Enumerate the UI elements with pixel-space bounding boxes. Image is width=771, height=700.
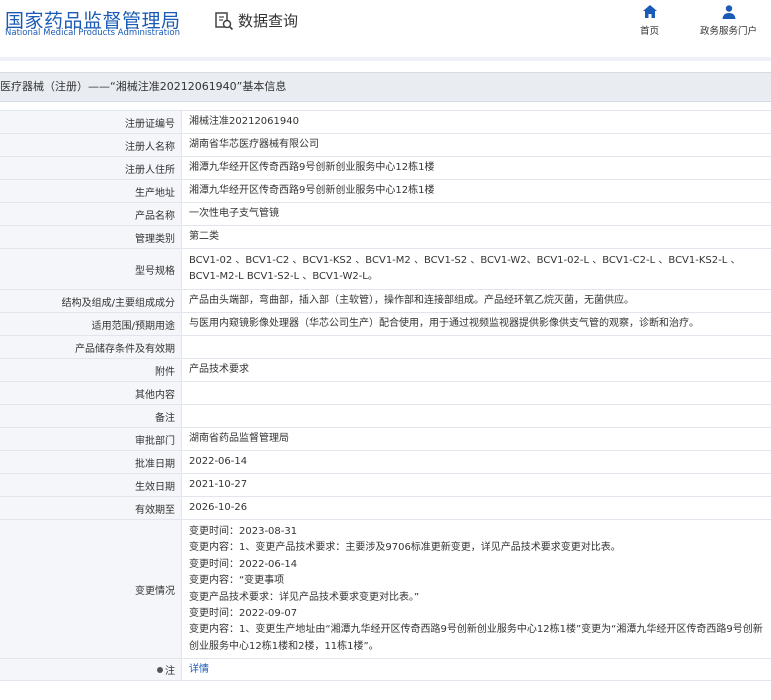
document-search-icon (215, 11, 234, 30)
field-label: 结构及组成/主要组成成分 (0, 290, 182, 312)
table-row: 附件 产品技术要求 (0, 359, 771, 382)
field-label: 附件 (0, 359, 182, 381)
change-line: 变更时间：2022-06-14 (189, 558, 298, 570)
field-value: 产品由头端部，弯曲部，插入部（主软管），操作部和连接部组成。产品经环氧乙烷灭菌，… (189, 295, 634, 306)
site-logo-en: National Medical Products Administration (5, 28, 180, 38)
table-row: 生效日期 2021-10-27 (0, 474, 771, 497)
field-label: 管理类别 (0, 226, 182, 248)
field-label: 产品名称 (0, 203, 182, 225)
field-value: 湖南省华芯医疗器械有限公司 (189, 139, 319, 150)
home-icon (642, 5, 657, 18)
change-line: 变更时间：2023-08-31 (189, 526, 298, 537)
header-divider (0, 57, 771, 61)
field-label: 注册证编号 (0, 111, 182, 133)
table-row: 审批部门 湖南省药品监督管理局 (0, 428, 771, 451)
nav-service-portal[interactable]: 政务服务门户 (700, 4, 757, 37)
table-row: 批准日期 2022-06-14 (0, 451, 771, 474)
field-label: 生效日期 (0, 474, 182, 496)
field-value: 与医用内窥镜影像处理器（华芯公司生产）配合使用，用于通过视频监视器提供影像供支气… (189, 318, 699, 329)
table-row: 型号规格 BCV1-02 、BCV1-C2 、BCV1-KS2 、BCV1-M2… (0, 249, 771, 290)
field-value: 湖南省药品监督管理局 (189, 433, 289, 444)
note-value: 详情 (182, 659, 771, 680)
section-title: 医疗器械（注册）——“湘械注准20212061940”基本信息 (0, 72, 771, 102)
field-label: 适用范围/预期用途 (0, 313, 182, 335)
field-value: 2022-06-14 (189, 456, 248, 467)
table-row: 产品储存条件及有效期 (0, 336, 771, 359)
table-row: 注册证编号 湘械注准20212061940 (0, 111, 771, 134)
info-table: 注册证编号 湘械注准20212061940 注册人名称 湖南省华芯医疗器械有限公… (0, 110, 771, 681)
data-query-label: 数据查询 (238, 12, 299, 30)
field-value: 湘械注准20212061940 (189, 116, 299, 127)
data-query-title: 数据查询 (214, 10, 298, 31)
field-label: 有效期至 (0, 497, 182, 519)
note-row: 注 详情 (0, 659, 771, 681)
field-value: BCV1-02 、BCV1-C2 、BCV1-KS2 、BCV1-M2 、BCV… (189, 255, 741, 282)
field-label: 生产地址 (0, 180, 182, 202)
field-label: 型号规格 (0, 249, 182, 289)
note-label: 注 (165, 666, 175, 677)
field-value: 2026-10-26 (189, 502, 248, 513)
field-label: 其他内容 (0, 382, 182, 404)
table-row: 其他内容 (0, 382, 771, 405)
field-value: 产品技术要求 (189, 364, 249, 375)
nav-home[interactable]: 首页 (640, 4, 659, 37)
field-value: 2021-10-27 (189, 479, 248, 490)
field-label: 审批部门 (0, 428, 182, 450)
user-icon (722, 5, 735, 19)
field-label: 注册人住所 (0, 157, 182, 179)
field-label: 批准日期 (0, 451, 182, 473)
field-value: 一次性电子支气管镜 (189, 208, 279, 219)
change-line: 变更产品技术要求：详见产品技术要求变更对比表。” (189, 591, 420, 603)
field-value (182, 405, 771, 427)
details-link[interactable]: 详情 (189, 662, 209, 678)
table-row: 结构及组成/主要组成成分 产品由头端部，弯曲部，插入部（主软管），操作部和连接部… (0, 290, 771, 313)
table-row: 备注 (0, 405, 771, 428)
change-line: 变更内容：1、变更产品技术要求：主要涉及9706标准更新变更，详见产品技术要求变… (189, 542, 621, 554)
field-value: 湘潭九华经开区传奇西路9号创新创业服务中心12栋1楼 (189, 162, 435, 173)
field-value: 第二类 (189, 231, 219, 242)
table-row: 注册人住所 湘潭九华经开区传奇西路9号创新创业服务中心12栋1楼 (0, 157, 771, 180)
table-row: 有效期至 2026-10-26 (0, 497, 771, 520)
table-row: 生产地址 湘潭九华经开区传奇西路9号创新创业服务中心12栋1楼 (0, 180, 771, 203)
table-row: 产品名称 一次性电子支气管镜 (0, 203, 771, 226)
nav-service-portal-label: 政务服务门户 (700, 26, 758, 37)
field-label: 备注 (0, 405, 182, 427)
change-line: 变更内容：1、变更生产地址由“湘潭九华经开区传奇西路9号创新创业服务中心12栋1… (189, 624, 763, 652)
change-history-value: 变更时间：2023-08-31 变更内容：1、变更产品技术要求：主要涉及9706… (182, 520, 771, 658)
table-row: 适用范围/预期用途 与医用内窥镜影像处理器（华芯公司生产）配合使用，用于通过视频… (0, 313, 771, 336)
field-value: 湘潭九华经开区传奇西路9号创新创业服务中心12栋1楼 (189, 185, 435, 196)
table-row: 管理类别 第二类 (0, 226, 771, 249)
table-row: 注册人名称 湖南省华芯医疗器械有限公司 (0, 134, 771, 157)
field-value (182, 336, 771, 358)
change-history-label: 变更情况 (0, 520, 182, 658)
change-line: 变更时间：2022-09-07 (189, 608, 298, 620)
change-history-row: 变更情况 变更时间：2023-08-31 变更内容：1、变更产品技术要求：主要涉… (0, 520, 771, 659)
change-line: 变更内容：“变更事项 (189, 575, 285, 587)
pin-icon (157, 666, 163, 673)
site-header: 国家药品监督管理局 National Medical Products Admi… (0, 0, 771, 52)
field-label: 产品储存条件及有效期 (0, 336, 182, 358)
field-label: 注册人名称 (0, 134, 182, 156)
nav-home-label: 首页 (640, 26, 660, 37)
field-value (182, 382, 771, 404)
note-label-cell: 注 (0, 659, 182, 680)
